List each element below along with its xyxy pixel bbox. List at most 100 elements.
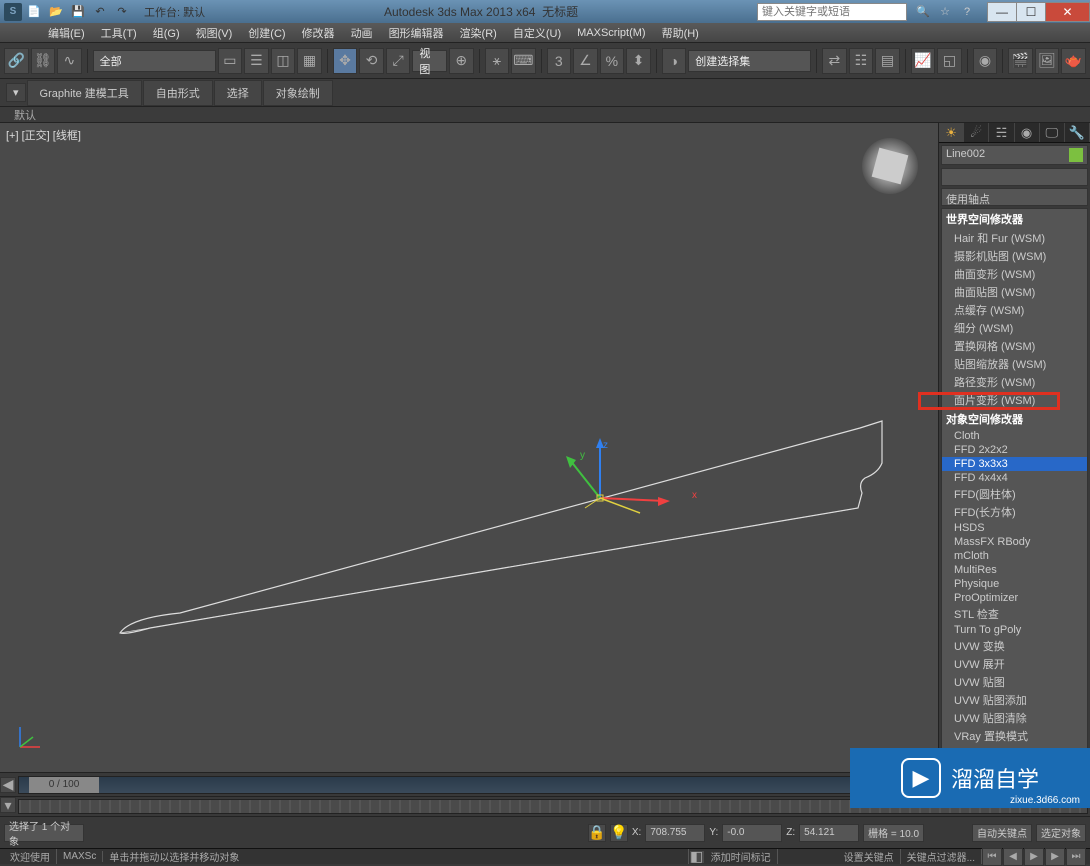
mod-item[interactable]: 曲面贴图 (WSM) <box>942 283 1087 301</box>
create-tab-icon[interactable]: ☀ <box>939 123 964 142</box>
prev-frame-icon[interactable]: ◀ <box>1003 848 1023 866</box>
mod-item[interactable]: FFD 4x4x4 <box>942 471 1087 485</box>
pivot-icon[interactable]: ⊕ <box>449 48 474 74</box>
object-color-swatch[interactable] <box>1069 148 1083 162</box>
mod-item[interactable]: UVW 变换 <box>942 637 1087 655</box>
goto-start-icon[interactable]: ⏮ <box>982 848 1002 866</box>
window-crossing-icon[interactable]: ▦ <box>297 48 322 74</box>
auto-key-button[interactable]: 自动关键点 <box>972 824 1032 842</box>
time-slider[interactable]: 0 / 100 <box>29 777 99 793</box>
mod-item[interactable]: 曲面变形 (WSM) <box>942 265 1087 283</box>
maxscript-label[interactable]: MAXSc <box>57 851 103 862</box>
layer-icon[interactable]: ▤ <box>875 48 900 74</box>
open-icon[interactable]: 📂 <box>46 2 66 22</box>
mod-item[interactable]: 路径变形 (WSM) <box>942 373 1087 391</box>
menu-help[interactable]: 帮助(H) <box>654 23 707 43</box>
mod-item[interactable]: UVW 贴图清除 <box>942 709 1087 727</box>
select-object-icon[interactable]: ▭ <box>218 48 243 74</box>
material-editor-icon[interactable]: ◉ <box>973 48 998 74</box>
mod-item[interactable]: UVW 贴图添加 <box>942 691 1087 709</box>
mod-item[interactable]: 贴图缩放器 (WSM) <box>942 355 1087 373</box>
select-name-icon[interactable]: ☰ <box>244 48 269 74</box>
manipulate-icon[interactable]: ⚹ <box>485 48 510 74</box>
unlink-icon[interactable]: ⛓ <box>31 48 56 74</box>
search-input[interactable] <box>757 3 907 21</box>
selected-filter[interactable]: 选定对象 <box>1036 824 1086 842</box>
play-icon[interactable]: ▶ <box>1024 848 1044 866</box>
app-icon[interactable]: S <box>4 3 22 21</box>
selection-filter[interactable]: 全部 <box>93 50 216 72</box>
set-key-button[interactable]: 设置关键点 <box>838 849 901 864</box>
add-time-tag[interactable]: 添加时间标记 <box>705 849 778 864</box>
mod-item[interactable]: Turn To gPoly <box>942 623 1087 637</box>
ref-coord-system[interactable]: 视图 <box>412 50 447 72</box>
maximize-button[interactable]: ☐ <box>1016 2 1046 22</box>
motion-tab-icon[interactable]: ◉ <box>1015 123 1040 142</box>
help-icon[interactable]: ? <box>958 3 976 21</box>
render-frame-icon[interactable]: 🖼 <box>1035 48 1060 74</box>
mod-item[interactable]: FFD(长方体) <box>942 503 1087 521</box>
ribbon-subtab[interactable]: 默认 <box>0 107 1090 123</box>
undo-icon[interactable]: ↶ <box>90 2 110 22</box>
next-frame-icon[interactable]: ▶ <box>1045 848 1065 866</box>
object-name-field[interactable]: Line002 <box>941 145 1088 165</box>
utilities-tab-icon[interactable]: 🔧 <box>1065 123 1090 142</box>
mod-item[interactable]: 摄影机贴图 (WSM) <box>942 247 1087 265</box>
angle-snap-icon[interactable]: ∠ <box>573 48 598 74</box>
ribbon-freeform[interactable]: 自由形式 <box>143 80 213 106</box>
key-filter-button[interactable]: 关键点过滤器... <box>901 849 982 864</box>
spinner-snap-icon[interactable]: ⬍ <box>626 48 651 74</box>
mod-item[interactable]: 细分 (WSM) <box>942 319 1087 337</box>
menu-views[interactable]: 视图(V) <box>188 23 241 43</box>
select-scale-icon[interactable]: ⤢ <box>386 48 411 74</box>
viewport[interactable]: [+] [正交] [线框] z x y <box>0 123 938 772</box>
menu-graph[interactable]: 图形编辑器 <box>381 23 452 43</box>
mod-item[interactable]: HSDS <box>942 521 1087 535</box>
menu-group[interactable]: 组(G) <box>145 23 188 43</box>
lock-icon[interactable]: 🔒 <box>588 824 606 842</box>
redo-icon[interactable]: ↷ <box>112 2 132 22</box>
mod-item[interactable]: UVW 贴图 <box>942 673 1087 691</box>
mod-item-ffd3x3x3[interactable]: FFD 3x3x3 <box>942 457 1087 471</box>
search-icon[interactable]: 🔍 <box>914 3 932 21</box>
select-region-icon[interactable]: ◫ <box>271 48 296 74</box>
menu-maxscript[interactable]: MAXScript(M) <box>569 25 653 41</box>
timeline-prev-icon[interactable]: ◀ <box>0 777 16 793</box>
curve-editor-icon[interactable]: 📈 <box>911 48 936 74</box>
mirror-icon[interactable]: ⇄ <box>822 48 847 74</box>
select-rotate-icon[interactable]: ⟲ <box>359 48 384 74</box>
menu-customize[interactable]: 自定义(U) <box>505 23 569 43</box>
coord-y[interactable]: -0.0 <box>722 824 782 842</box>
ribbon-collapse[interactable]: ▾ <box>6 83 26 102</box>
schematic-icon[interactable]: ◱ <box>937 48 962 74</box>
render-icon[interactable]: 🫖 <box>1061 48 1086 74</box>
mod-item[interactable]: 面片变形 (WSM) <box>942 391 1087 409</box>
render-setup-icon[interactable]: 🎬 <box>1008 48 1033 74</box>
comm-icon[interactable]: ☆ <box>936 3 954 21</box>
coord-x[interactable]: 708.755 <box>645 824 705 842</box>
mod-item[interactable]: MultiRes <box>942 563 1087 577</box>
mod-item[interactable]: Cloth <box>942 429 1087 443</box>
display-tab-icon[interactable]: 🖵 <box>1040 123 1065 142</box>
coord-z[interactable]: 54.121 <box>799 824 859 842</box>
menu-edit[interactable]: 编辑(E) <box>40 23 93 43</box>
mod-item[interactable]: FFD(圆柱体) <box>942 485 1087 503</box>
use-pivot-button[interactable]: 使用轴点 <box>941 188 1088 206</box>
goto-end-icon[interactable]: ⏭ <box>1066 848 1086 866</box>
modify-tab-icon[interactable]: ☄ <box>964 123 989 142</box>
align-icon[interactable]: ☷ <box>849 48 874 74</box>
select-move-icon[interactable]: ✥ <box>333 48 358 74</box>
track-expand-icon[interactable]: ▾ <box>0 797 16 813</box>
named-selset[interactable]: 创建选择集 <box>688 50 811 72</box>
mod-item[interactable]: MassFX RBody <box>942 535 1087 549</box>
workspace-label[interactable]: 工作台: 默认 <box>144 4 205 20</box>
snap-toggle-icon[interactable]: 3 <box>547 48 572 74</box>
menu-tools[interactable]: 工具(T) <box>93 23 145 43</box>
mod-item[interactable]: Hair 和 Fur (WSM) <box>942 229 1087 247</box>
isolate-icon[interactable]: 💡 <box>610 824 628 842</box>
menu-animation[interactable]: 动画 <box>343 23 381 43</box>
mod-item[interactable]: UVW 展开 <box>942 655 1087 673</box>
ribbon-paint[interactable]: 对象绘制 <box>263 80 333 106</box>
mod-item[interactable]: 点缓存 (WSM) <box>942 301 1087 319</box>
bind-icon[interactable]: ∿ <box>57 48 82 74</box>
